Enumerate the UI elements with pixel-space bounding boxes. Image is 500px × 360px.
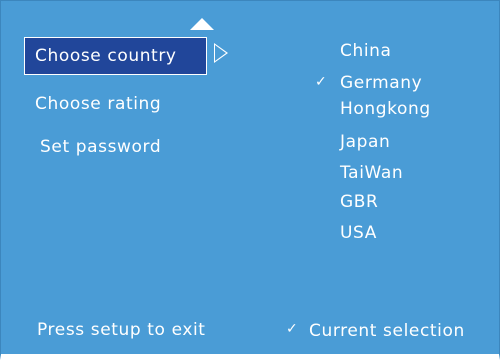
checkmark-icon: ✓ <box>315 74 327 90</box>
setup-menu-screen: Choose country Choose rating Set passwor… <box>0 0 500 360</box>
menu-item-label: Choose country <box>35 46 177 66</box>
country-option-gbr[interactable]: GBR <box>340 192 378 212</box>
legend-checkmark-icon: ✓ <box>286 321 298 337</box>
country-option-germany[interactable]: Germany <box>340 73 422 93</box>
submenu-arrow-right-icon <box>214 43 228 63</box>
country-option-hongkong[interactable]: Hongkong <box>340 99 431 119</box>
scroll-up-arrow-icon[interactable] <box>190 18 214 30</box>
menu-item-choose-country[interactable]: Choose country <box>24 37 207 75</box>
country-option-japan[interactable]: Japan <box>340 132 390 152</box>
country-option-china[interactable]: China <box>340 41 392 61</box>
menu-item-set-password[interactable]: Set password <box>40 137 161 157</box>
current-selection-legend: Current selection <box>309 321 465 341</box>
country-option-taiwan[interactable]: TaiWan <box>340 163 403 183</box>
exit-hint-text: Press setup to exit <box>37 320 206 340</box>
menu-item-choose-rating[interactable]: Choose rating <box>35 94 161 114</box>
country-option-usa[interactable]: USA <box>340 223 377 243</box>
